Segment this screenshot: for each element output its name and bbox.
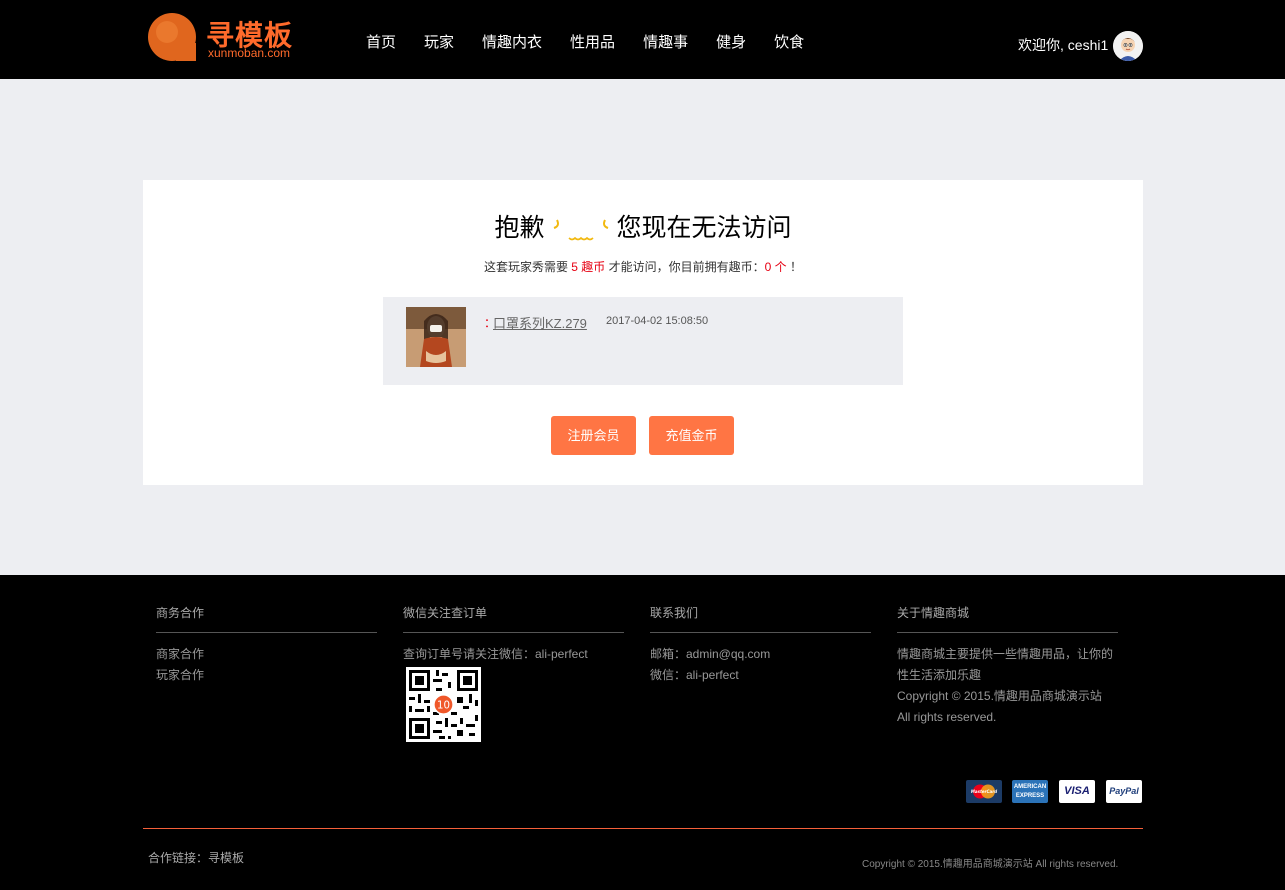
site-footer: 商务合作 商家合作 玩家合作 微信关注查订单 查询订单号请关注微信：ali-pe… [0, 575, 1285, 890]
welcome-text[interactable]: 欢迎你, ceshi1 [1018, 35, 1108, 55]
footer-link-merchant[interactable]: 商家合作 [156, 644, 377, 665]
footer-wechat-id: 微信：ali-perfect [650, 668, 739, 682]
footer-col-title: 商务合作 [156, 604, 377, 633]
copyright-text: Copyright © 2015.情趣用品商城演示站 All rights re… [862, 859, 1119, 870]
footer-about-line: Copyright © 2015.情趣用品商城演示站 [897, 689, 1102, 703]
required-coins: 5 趣币 [571, 260, 606, 274]
qr-badge: 10 [437, 700, 450, 711]
footer-col-title: 关于情趣商城 [897, 604, 1118, 633]
access-requirement: 这套玩家秀需要 5 趣币 才能访问，你目前拥有趣币：0 个 ！ [143, 258, 1143, 275]
owned-coins: 0 个 [764, 260, 787, 274]
amex-icon: AMERICAN EXPRESS [1012, 780, 1048, 803]
amex-label-1: AMERICAN [1013, 784, 1047, 790]
sub-mid: 才能访问，你目前拥有趣币： [608, 260, 765, 274]
logo-mark-icon [148, 13, 196, 61]
nav-item-lingerie[interactable]: 情趣内衣 [468, 0, 556, 79]
nav-item-stories[interactable]: 情趣事 [629, 0, 702, 79]
sub-end: ！ [790, 260, 803, 274]
footer-wechat-text: 查询订单号请关注微信：ali-perfect [403, 647, 588, 661]
site-logo[interactable]: 寻模板 xunmoban.com [148, 12, 308, 62]
wechat-qr-code: 10 [406, 667, 481, 742]
item-thumbnail[interactable] [406, 307, 466, 367]
footer-about-line: All rights reserved. [897, 710, 997, 724]
amex-label-2: EXPRESS [1015, 793, 1045, 799]
visa-icon: VISA [1059, 780, 1095, 803]
item-title-link[interactable]: 口罩系列KZ.279 [493, 313, 587, 332]
footer-col-title: 联系我们 [650, 604, 871, 633]
footer-divider [143, 828, 1143, 829]
footer-col-wechat: 微信关注查订单 查询订单号请关注微信：ali-perfect [403, 604, 624, 665]
footer-col-about: 关于情趣商城 情趣商城主要提供一些情趣用品，让你的 性生活添加乐趣 Copyri… [897, 604, 1118, 728]
main-nav: 首页 玩家 情趣内衣 性用品 情趣事 健身 饮食 [352, 0, 818, 79]
paypal-icon: PayPal [1106, 780, 1142, 803]
site-header: 寻模板 xunmoban.com 首页 玩家 情趣内衣 性用品 情趣事 健身 饮… [0, 0, 1285, 79]
sub-prefix: 这套玩家秀需要 [483, 260, 568, 274]
mastercard-icon: MasterCard [966, 780, 1002, 803]
footer-about-line: 性生活添加乐趣 [897, 668, 982, 682]
footer-link-player[interactable]: 玩家合作 [156, 665, 377, 686]
title-sorry: 抱歉 [494, 214, 545, 242]
user-avatar[interactable] [1113, 31, 1143, 61]
footer-col-title: 微信关注查订单 [403, 604, 624, 633]
register-button[interactable]: 注册会员 [551, 416, 636, 455]
footer-col-business: 商务合作 商家合作 玩家合作 [156, 604, 377, 686]
page-title: 抱歉 您现在无法访问 [143, 208, 1143, 244]
access-denied-card: 抱歉 您现在无法访问 这套玩家秀需要 5 趣币 才能访问，你目前拥有趣币：0 个… [143, 180, 1143, 485]
locked-item: ： 口罩系列KZ.279 2017-04-02 15:08:50 [383, 297, 903, 385]
nav-item-products[interactable]: 性用品 [556, 0, 629, 79]
nav-item-players[interactable]: 玩家 [410, 0, 468, 79]
title-message: 您现在无法访问 [616, 214, 792, 242]
mastercard-label: MasterCard [971, 789, 997, 794]
footer-col-contact: 联系我们 邮箱：admin@qq.com 微信：ali-perfect [650, 604, 871, 686]
nav-item-diet[interactable]: 饮食 [760, 0, 818, 79]
partner-links[interactable]: 合作链接：寻模板 [148, 849, 244, 866]
recharge-button[interactable]: 充值金币 [649, 416, 734, 455]
logo-domain: xunmoban.com [208, 46, 291, 60]
sad-face-icon [551, 214, 611, 244]
nav-item-home[interactable]: 首页 [352, 0, 410, 79]
item-timestamp: 2017-04-02 15:08:50 [606, 315, 709, 327]
footer-email: 邮箱：admin@qq.com [650, 647, 771, 661]
avatar-face-icon [1113, 31, 1143, 61]
footer-about-line: 情趣商城主要提供一些情趣用品，让你的 [897, 647, 1114, 661]
nav-item-fitness[interactable]: 健身 [702, 0, 760, 79]
